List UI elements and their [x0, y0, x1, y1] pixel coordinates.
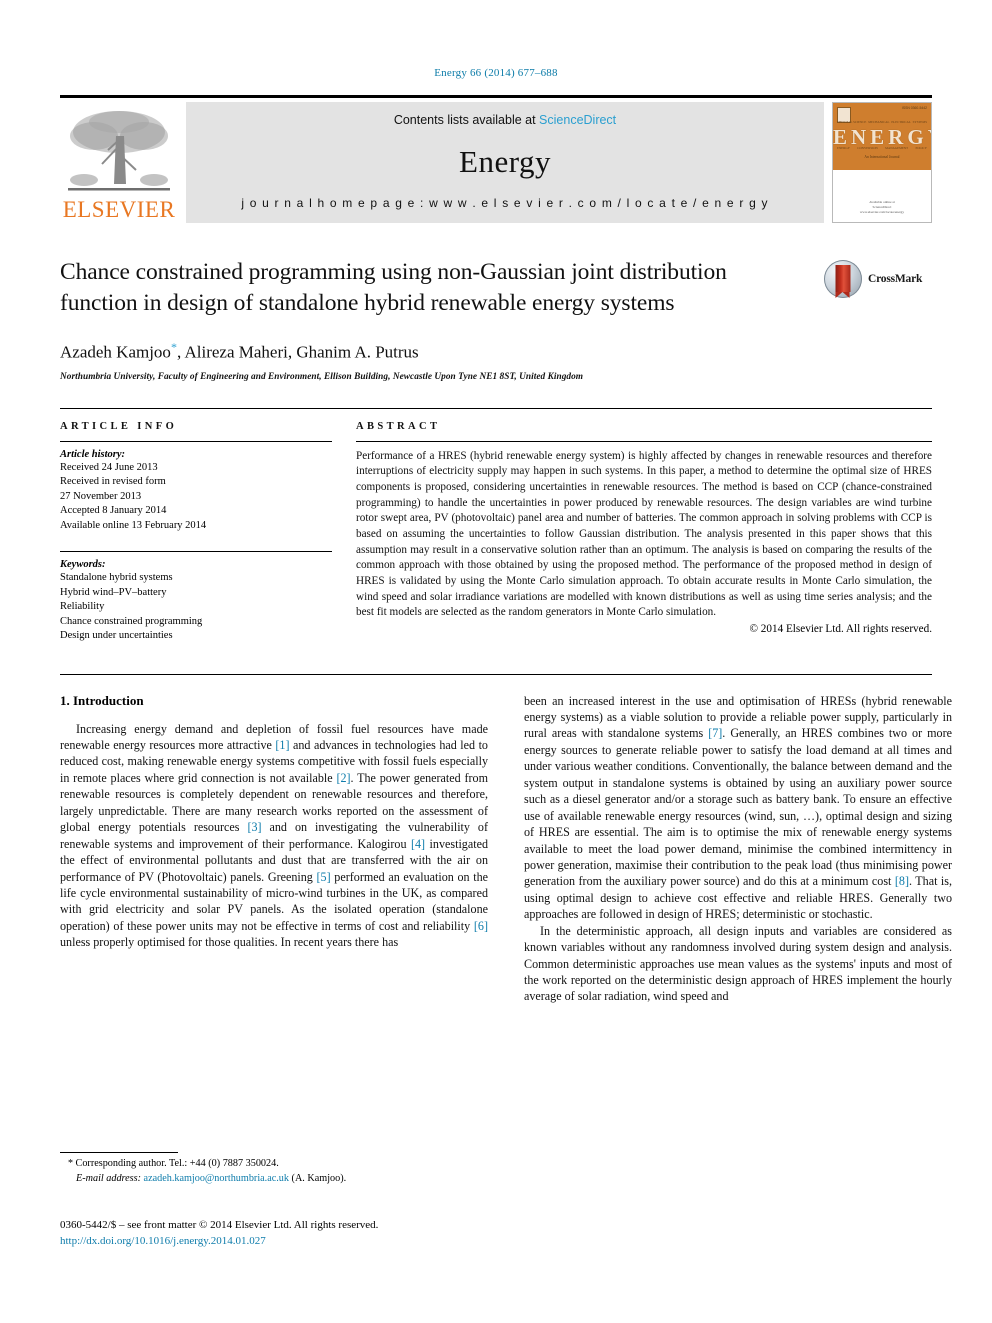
keywords-block: Keywords: Standalone hybrid systems Hybr… [60, 551, 332, 643]
contents-available-line: Contents lists available at ScienceDirec… [394, 113, 616, 127]
cover-bottom-panel: Available online at ScienceDirect www.el… [833, 169, 931, 222]
citation-ref[interactable]: [5] [317, 870, 331, 884]
elsevier-tree-icon [64, 106, 174, 198]
history-item: Accepted 8 January 2014 [60, 505, 167, 517]
crossmark-icon [824, 260, 862, 298]
cover-blabel-1: CONVERSION [857, 146, 878, 150]
cover-label-0: THERMAL SCIENCE [837, 120, 867, 124]
cover-footer: Available online at ScienceDirect www.el… [833, 200, 931, 215]
divider-3 [356, 440, 932, 442]
citation-ref[interactable]: [3] [247, 820, 261, 834]
citation-ref[interactable]: [2] [336, 771, 350, 785]
crossmark-badge[interactable]: CrossMark [824, 259, 932, 299]
keyword-item: Standalone hybrid systems [60, 572, 173, 584]
abstract-copyright: © 2014 Elsevier Ltd. All rights reserved… [749, 623, 933, 636]
cover-bottom-labels: ENERGY CONVERSION MANAGEMENT POLICY [837, 146, 927, 150]
elsevier-logo: ELSEVIER [60, 102, 178, 223]
cover-tagline: An International Journal [864, 155, 900, 159]
article-history-label: Article history: [60, 448, 126, 460]
cover-label-2: ELECTRICAL [891, 120, 911, 124]
title-block: Chance constrained programming using non… [60, 257, 932, 318]
author-list: Azadeh Kamjoo*, Alireza Maheri, Ghanim A… [60, 340, 932, 363]
cover-label-3: SYSTEMS [912, 120, 927, 124]
corresponding-author-text: Corresponding author. Tel.: +44 (0) 7887… [75, 1158, 279, 1169]
cover-blabel-0: ENERGY [837, 146, 850, 150]
journal-masthead: ELSEVIER Contents lists available at Sci… [60, 95, 932, 223]
abstract-column: ABSTRACT Performance of a HRES (hybrid r… [356, 421, 932, 644]
paragraph-right-2: In the deterministic approach, all desig… [524, 923, 952, 1004]
page-title: Chance constrained programming using non… [60, 259, 727, 316]
issn-front-matter: 0360-5442/$ – see front matter © 2014 El… [60, 1219, 379, 1231]
crossmark-label: CrossMark [868, 273, 923, 285]
text-run: . Generally, an HRES combines two or mor… [524, 726, 952, 889]
history-item: Available online 13 February 2014 [60, 519, 207, 531]
journal-cover-thumbnail: ISSN 0360-5442 THERMAL SCIENCE MECHANICA… [832, 102, 932, 223]
footnote-divider [60, 1152, 178, 1153]
text-run: unless properly optimised for those qual… [60, 935, 399, 950]
journal-homepage[interactable]: j o u r n a l h o m e p a g e : w w w . … [241, 196, 768, 210]
sciencedirect-link[interactable]: ScienceDirect [539, 113, 616, 127]
asterisk-icon: * [68, 1158, 73, 1169]
info-abstract-region: ARTICLE INFO Article history: Received 2… [60, 407, 932, 644]
history-item: Received in revised form [60, 476, 166, 488]
cover-label-1: MECHANICAL [868, 120, 890, 124]
cover-footer-line3: www.elsevier.com/locate/energy [859, 209, 905, 214]
citation-ref[interactable]: [6] [474, 919, 488, 933]
keywords-label: Keywords: [60, 559, 106, 571]
keyword-item: Hybrid wind–PV–battery [60, 586, 167, 598]
elsevier-wordmark: ELSEVIER [62, 197, 176, 222]
citation-ref[interactable]: [1] [275, 738, 289, 752]
email-note: E-mail address: azadeh.kamjoo@northumbri… [60, 1172, 488, 1187]
copyright-block: 0360-5442/$ – see front matter © 2014 El… [60, 1218, 560, 1250]
cover-top-panel: ISSN 0360-5442 THERMAL SCIENCE MECHANICA… [833, 103, 931, 170]
doi-link[interactable]: http://dx.doi.org/10.1016/j.energy.2014.… [60, 1234, 560, 1250]
cover-top-labels: THERMAL SCIENCE MECHANICAL ELECTRICAL SY… [837, 120, 927, 124]
paragraph-left-1: Increasing energy demand and depletion o… [60, 721, 488, 951]
citation-ref[interactable]: [7] [708, 726, 722, 740]
paper-page: Energy 66 (2014) 677–688 ELSEVIER Conten… [0, 0, 992, 1323]
article-info-heading: ARTICLE INFO [60, 420, 178, 432]
body-columns: 1. Introduction Increasing energy demand… [60, 673, 952, 1005]
abstract-heading: ABSTRACT [356, 420, 441, 432]
corresponding-author-note: * Corresponding author. Tel.: +44 (0) 78… [60, 1157, 488, 1172]
cover-blabel-3: POLICY [915, 146, 927, 150]
history-item: 27 November 2013 [60, 490, 142, 502]
email-suffix: (A. Kamjoo). [291, 1172, 347, 1184]
cover-blabel-2: MANAGEMENT [885, 146, 909, 150]
divider-2 [60, 551, 332, 553]
keyword-item: Chance constrained programming [60, 615, 203, 627]
masthead-center: Contents lists available at ScienceDirec… [186, 102, 824, 223]
body-column-right: been an increased interest in the use an… [524, 693, 952, 1005]
email-link[interactable]: azadeh.kamjoo@northumbria.ac.uk [144, 1173, 289, 1184]
footnote-block: * Corresponding author. Tel.: +44 (0) 78… [60, 1152, 488, 1187]
divider-1 [60, 440, 332, 442]
section-heading-introduction: 1. Introduction [60, 692, 144, 708]
keyword-item: Reliability [60, 601, 105, 613]
affiliation: Northumbria University, Faculty of Engin… [60, 371, 584, 382]
author-names-rest: , Alireza Maheri, Ghanim A. Putrus [176, 342, 419, 362]
history-item: Received 24 June 2013 [60, 461, 158, 473]
abstract-text: Performance of a HRES (hybrid renewable … [356, 449, 932, 619]
journal-title: Energy [459, 143, 551, 179]
cover-issn: ISSN 0360-5442 [901, 106, 927, 110]
contents-prefix: Contents lists available at [393, 113, 540, 127]
running-head: Energy 66 (2014) 677–688 [434, 67, 558, 79]
paragraph-right-1: been an increased interest in the use an… [524, 693, 952, 923]
article-info-column: ARTICLE INFO Article history: Received 2… [60, 421, 332, 644]
email-label: E-mail address: [76, 1172, 141, 1184]
body-column-left: 1. Introduction Increasing energy demand… [60, 693, 488, 1005]
citation-ref[interactable]: [8] [895, 874, 909, 888]
citation-ref[interactable]: [4] [411, 837, 425, 851]
author-names-primary: Azadeh Kamjoo [60, 342, 171, 362]
keyword-item: Design under uncertainties [60, 630, 173, 642]
